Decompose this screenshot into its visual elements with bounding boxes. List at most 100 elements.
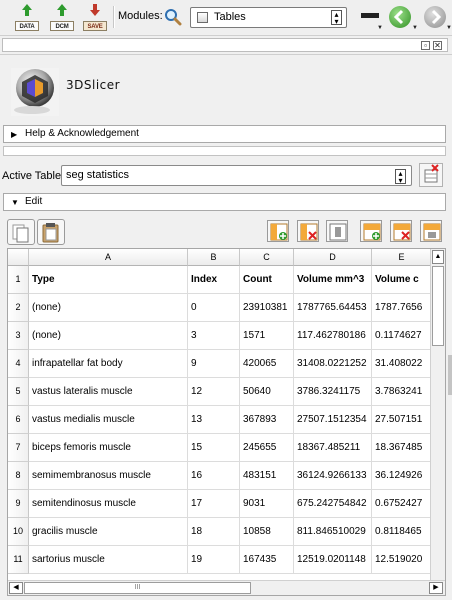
row-header[interactable]: 1 bbox=[8, 266, 29, 294]
load-data-button[interactable]: DATA bbox=[14, 3, 40, 31]
column-header[interactable]: D bbox=[294, 249, 372, 266]
row-header[interactable]: 9 bbox=[8, 490, 29, 518]
table-cell[interactable]: 117.462780186 bbox=[294, 322, 372, 350]
copy-button[interactable] bbox=[7, 219, 35, 245]
undock-icon[interactable]: ▫ bbox=[421, 41, 430, 50]
table-cell[interactable]: 50640 bbox=[240, 378, 294, 406]
row-header[interactable]: 8 bbox=[8, 462, 29, 490]
search-icon[interactable] bbox=[164, 8, 182, 26]
table-cell[interactable]: 1787765.64453 bbox=[294, 294, 372, 322]
scroll-right-icon[interactable]: ▶ bbox=[429, 582, 443, 594]
table-cell[interactable]: 12 bbox=[188, 378, 240, 406]
paste-button[interactable] bbox=[37, 219, 65, 245]
table-cell[interactable]: infrapatellar fat body bbox=[29, 350, 188, 378]
table-cell[interactable]: 0.1174627 bbox=[372, 322, 432, 350]
help-section-header[interactable]: ▶ Help & Acknowledgement bbox=[3, 125, 446, 143]
delete-table-button[interactable] bbox=[419, 163, 443, 187]
table-cell[interactable]: 36124.9266133 bbox=[294, 462, 372, 490]
table-cell[interactable]: 18 bbox=[188, 518, 240, 546]
table-cell[interactable]: 27.507151 bbox=[372, 406, 432, 434]
table-cell[interactable]: 13 bbox=[188, 406, 240, 434]
column-header[interactable]: E bbox=[372, 249, 432, 266]
table-cell[interactable]: (none) bbox=[29, 294, 188, 322]
table-cell[interactable]: 3.7863241 bbox=[372, 378, 432, 406]
table-cell[interactable]: 0 bbox=[188, 294, 240, 322]
table-cell[interactable]: 23910381 bbox=[240, 294, 294, 322]
forward-dropdown-icon[interactable]: ▼ bbox=[446, 25, 452, 31]
column-title-cell[interactable]: Index bbox=[188, 266, 240, 294]
history-dropdown-icon[interactable]: ▼ bbox=[377, 25, 383, 31]
column-header[interactable]: A bbox=[29, 249, 188, 266]
forward-module-button[interactable] bbox=[424, 6, 446, 28]
load-dicom-button[interactable]: DCM bbox=[49, 3, 75, 31]
column-title-cell[interactable]: Volume mm^3 bbox=[294, 266, 372, 294]
table-cell[interactable]: 1787.7656 bbox=[372, 294, 432, 322]
table-cell[interactable]: 811.846510029 bbox=[294, 518, 372, 546]
table-cell[interactable]: 3786.3241175 bbox=[294, 378, 372, 406]
lock-row-header-button[interactable] bbox=[420, 220, 442, 242]
table-cell[interactable]: 420065 bbox=[240, 350, 294, 378]
insert-row-button[interactable] bbox=[360, 220, 382, 242]
table-cell[interactable]: vastus lateralis muscle bbox=[29, 378, 188, 406]
table-cell[interactable]: 167435 bbox=[240, 546, 294, 574]
table-cell[interactable]: 1571 bbox=[240, 322, 294, 350]
table-cell[interactable]: 36.124926 bbox=[372, 462, 432, 490]
table-cell[interactable]: 3 bbox=[188, 322, 240, 350]
table-cell[interactable]: 15 bbox=[188, 434, 240, 462]
lock-column-header-button[interactable] bbox=[326, 220, 348, 242]
module-selector[interactable]: Tables ▴ ▾ bbox=[190, 7, 347, 28]
delete-column-button[interactable] bbox=[297, 220, 319, 242]
table-cell[interactable]: 12519.0201148 bbox=[294, 546, 372, 574]
table-cell[interactable]: semimembranosus muscle bbox=[29, 462, 188, 490]
insert-column-button[interactable] bbox=[267, 220, 289, 242]
back-module-button[interactable] bbox=[389, 6, 411, 28]
table-cell[interactable]: 367893 bbox=[240, 406, 294, 434]
table-cell[interactable]: 19 bbox=[188, 546, 240, 574]
table-cell[interactable]: gracilis muscle bbox=[29, 518, 188, 546]
table-cell[interactable]: 10858 bbox=[240, 518, 294, 546]
table-cell[interactable]: 0.6752427 bbox=[372, 490, 432, 518]
row-header[interactable]: 3 bbox=[8, 322, 29, 350]
table-cell[interactable]: 12.519020 bbox=[372, 546, 432, 574]
table-cell[interactable]: 31.408022 bbox=[372, 350, 432, 378]
vertical-scroll-thumb[interactable] bbox=[432, 266, 444, 346]
scroll-up-icon[interactable]: ▲ bbox=[432, 250, 444, 264]
module-history-icon[interactable] bbox=[361, 11, 379, 21]
row-header[interactable]: 2 bbox=[8, 294, 29, 322]
table-cell[interactable]: (none) bbox=[29, 322, 188, 350]
table-cell[interactable]: sartorius muscle bbox=[29, 546, 188, 574]
edit-section-header[interactable]: ▼ Edit bbox=[3, 193, 446, 211]
table-cell[interactable]: 9 bbox=[188, 350, 240, 378]
column-title-cell[interactable]: Count bbox=[240, 266, 294, 294]
active-table-selector[interactable]: seg statistics ▴ ▾ bbox=[61, 165, 412, 186]
delete-row-button[interactable] bbox=[390, 220, 412, 242]
row-header[interactable]: 4 bbox=[8, 350, 29, 378]
table-cell[interactable]: 483151 bbox=[240, 462, 294, 490]
table-cell[interactable]: 18.367485 bbox=[372, 434, 432, 462]
column-header[interactable]: C bbox=[240, 249, 294, 266]
back-dropdown-icon[interactable]: ▼ bbox=[412, 25, 418, 31]
column-header[interactable]: B bbox=[188, 249, 240, 266]
table-cell[interactable]: semitendinosus muscle bbox=[29, 490, 188, 518]
table-cell[interactable]: 245655 bbox=[240, 434, 294, 462]
table-cell[interactable]: 16 bbox=[188, 462, 240, 490]
horizontal-scroll-thumb[interactable]: III bbox=[24, 582, 251, 594]
table-corner[interactable] bbox=[8, 249, 29, 266]
save-button[interactable]: SAVE bbox=[82, 3, 108, 31]
row-header[interactable]: 6 bbox=[8, 406, 29, 434]
panel-scrollbar[interactable] bbox=[448, 355, 452, 395]
table-cell[interactable]: 18367.485211 bbox=[294, 434, 372, 462]
vertical-scrollbar[interactable]: ▲ bbox=[430, 249, 445, 580]
table-cell[interactable]: biceps femoris muscle bbox=[29, 434, 188, 462]
column-title-cell[interactable]: Volume c bbox=[372, 266, 432, 294]
table-cell[interactable]: 31408.0221252 bbox=[294, 350, 372, 378]
table-cell[interactable]: 0.8118465 bbox=[372, 518, 432, 546]
row-header[interactable]: 10 bbox=[8, 518, 29, 546]
close-icon[interactable]: ✕ bbox=[433, 41, 442, 50]
table-cell[interactable]: 27507.1512354 bbox=[294, 406, 372, 434]
column-title-cell[interactable]: Type bbox=[29, 266, 188, 294]
table-cell[interactable]: 675.242754842 bbox=[294, 490, 372, 518]
table-cell[interactable]: 9031 bbox=[240, 490, 294, 518]
table-cell[interactable]: 17 bbox=[188, 490, 240, 518]
row-header[interactable]: 11 bbox=[8, 546, 29, 574]
